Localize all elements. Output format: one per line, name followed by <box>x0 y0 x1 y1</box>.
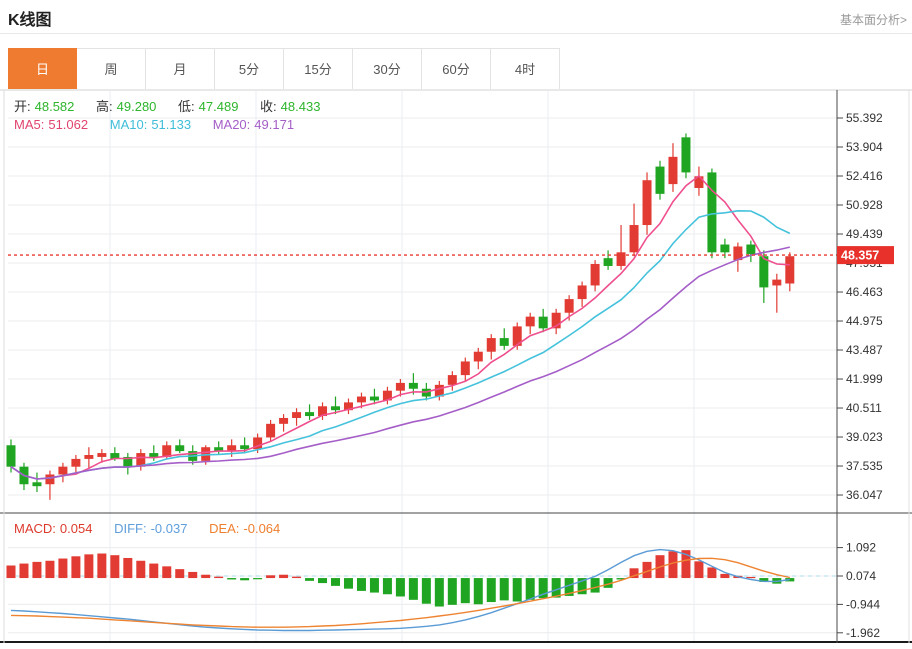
svg-text:37.535: 37.535 <box>846 459 883 473</box>
macd-label: MACD: <box>14 521 56 536</box>
svg-text:53.904: 53.904 <box>846 140 883 154</box>
svg-text:-1.962: -1.962 <box>846 626 880 640</box>
period-tabbar: 日周月5分15分30分60分4时 <box>8 48 560 90</box>
open-label: 开: <box>14 99 31 114</box>
ma5-line <box>11 176 790 479</box>
macd-value: 0.054 <box>60 521 93 536</box>
ohlc-info: 开: 48.582 高: 49.280 低: 47.489 收: 48.433 <box>14 96 324 115</box>
close-label: 收: <box>260 99 277 114</box>
ma5-value: 51.062 <box>48 117 88 132</box>
ma20-line <box>11 247 790 479</box>
fundamental-analysis-link[interactable]: 基本面分析> <box>840 11 907 28</box>
ma20-value: 49.171 <box>254 117 294 132</box>
grid-lines <box>0 91 912 642</box>
candlesticks <box>7 133 795 499</box>
macd-info: MACD: 0.054 DIFF: -0.037 DEA: -0.064 <box>14 521 284 536</box>
open-value: 48.582 <box>35 99 75 114</box>
diff-label: DIFF: <box>114 521 147 536</box>
kline-page: K线图 基本面分析> 日周月5分15分30分60分4时 55.392 53.904… <box>0 0 912 649</box>
ma10-value: 51.133 <box>151 117 191 132</box>
tab-period-3[interactable]: 5分 <box>215 48 284 90</box>
high-value: 49.280 <box>117 99 157 114</box>
header-divider <box>0 33 912 34</box>
dea-label: DEA: <box>209 521 239 536</box>
tab-period-6[interactable]: 60分 <box>422 48 491 90</box>
svg-text:49.439: 49.439 <box>846 227 883 241</box>
close-value: 48.433 <box>281 99 321 114</box>
svg-text:50.928: 50.928 <box>846 198 883 212</box>
axes: 55.39253.90452.41650.92849.43947.95146.4… <box>0 90 912 643</box>
ma10-label: MA10: <box>110 117 148 132</box>
svg-text:44.975: 44.975 <box>846 314 883 328</box>
low-value: 47.489 <box>199 99 239 114</box>
svg-text:40.511: 40.511 <box>846 401 882 415</box>
svg-text:39.023: 39.023 <box>846 430 883 444</box>
svg-text:55.392: 55.392 <box>846 111 883 125</box>
ma5-label: MA5: <box>14 117 44 132</box>
ma-info: MA5: 51.062 MA10:51.133 MA20:49.171 <box>14 117 298 132</box>
svg-text:48.357: 48.357 <box>841 249 879 263</box>
tab-period-0[interactable]: 日 <box>8 48 77 90</box>
page-title: K线图 <box>8 6 52 30</box>
macd-histogram <box>7 550 795 606</box>
ma-lines <box>11 176 790 479</box>
ma20-label: MA20: <box>213 117 251 132</box>
svg-text:46.463: 46.463 <box>846 285 883 299</box>
current-price-tag: 48.357 <box>837 246 894 264</box>
svg-text:41.999: 41.999 <box>846 372 883 386</box>
tab-period-1[interactable]: 周 <box>77 48 146 90</box>
tab-period-4[interactable]: 15分 <box>284 48 353 90</box>
ma10-line <box>11 211 790 479</box>
svg-text:52.416: 52.416 <box>846 169 883 183</box>
tab-period-5[interactable]: 30分 <box>353 48 422 90</box>
svg-text:1.092: 1.092 <box>846 541 876 555</box>
svg-text:43.487: 43.487 <box>846 343 883 357</box>
tab-period-7[interactable]: 4时 <box>491 48 560 90</box>
high-label: 高: <box>96 99 113 114</box>
kline-macd-chart[interactable]: 55.39253.90452.41650.92849.43947.95146.4… <box>0 90 912 649</box>
diff-value: -0.037 <box>151 521 188 536</box>
low-label: 低: <box>178 99 195 114</box>
svg-text:0.074: 0.074 <box>846 569 876 583</box>
dea-value: -0.064 <box>243 521 280 536</box>
svg-text:-0.944: -0.944 <box>846 597 880 611</box>
tab-period-2[interactable]: 月 <box>146 48 215 90</box>
svg-text:36.047: 36.047 <box>846 488 883 502</box>
